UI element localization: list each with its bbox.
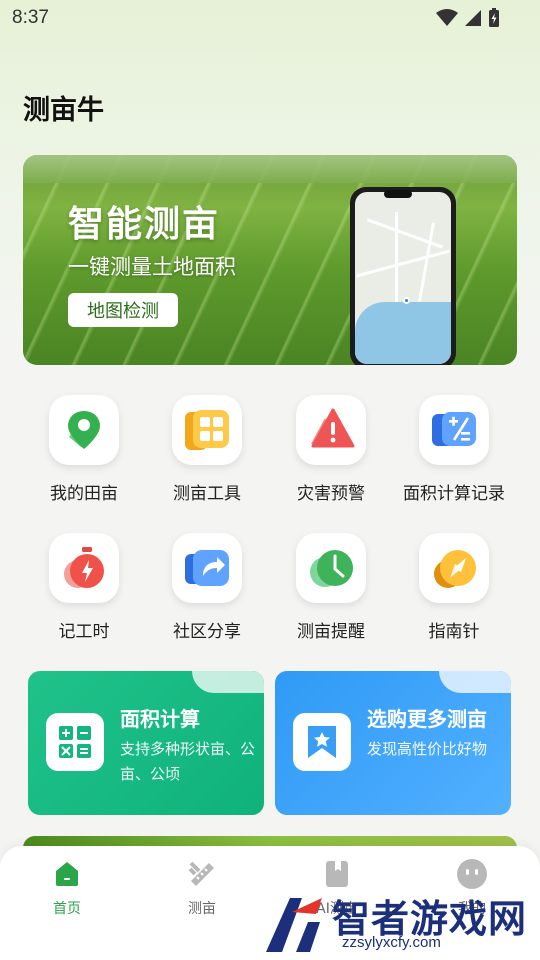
- face-icon: [456, 858, 488, 890]
- grid-label: 面积计算记录: [403, 484, 505, 504]
- nav-item-home[interactable]: 首页: [17, 858, 117, 918]
- bookmark-star-icon: [293, 713, 351, 771]
- shop-more-card[interactable]: 选购更多测亩 发现高性价比好物: [275, 671, 511, 815]
- app-title: 测亩牛: [23, 95, 104, 126]
- watermark: 智者游戏网 zzsylyxcfy.com: [262, 888, 540, 960]
- grid-item-my-fields[interactable]: 我的田亩: [29, 395, 139, 504]
- area-calc-card[interactable]: 面积计算 支持多种形状亩、公亩、公顷: [28, 671, 264, 815]
- battery-icon: [489, 8, 499, 27]
- grid-item-work-hours[interactable]: 记工时: [29, 533, 139, 642]
- grid-label: 记工时: [58, 622, 110, 642]
- grid-item-area-records[interactable]: 面积计算记录: [399, 395, 509, 504]
- book-icon: [321, 858, 353, 890]
- grid-label: 测亩提醒: [297, 622, 365, 642]
- card-fold: [439, 671, 511, 693]
- grid-label: 测亩工具: [173, 484, 241, 504]
- phone-map-screen: [355, 192, 451, 364]
- clock-icon: [310, 550, 353, 587]
- card-description: 发现高性价比好物: [367, 740, 488, 758]
- calculator-icon: [432, 412, 476, 446]
- status-time: 8:37: [12, 7, 49, 28]
- nav-item-measure[interactable]: 测亩: [152, 858, 252, 918]
- grid-item-tools[interactable]: 测亩工具: [152, 395, 262, 504]
- status-bar: 8:37: [0, 0, 540, 36]
- grid-item-community-share[interactable]: 社区分享: [152, 533, 262, 642]
- stopwatch-icon: [64, 547, 104, 588]
- phone-illustration: [350, 187, 456, 365]
- home-icon: [51, 858, 83, 890]
- grid-tiles-icon: [185, 410, 229, 450]
- status-icons: [436, 8, 500, 28]
- banner-subtitle: 一键测量土地面积: [68, 255, 236, 279]
- card-title: 选购更多测亩: [367, 707, 487, 731]
- card-description: 支持多种形状亩、公亩、公顷: [120, 740, 256, 783]
- nav-label: 测亩: [188, 901, 216, 917]
- ruler-icon: [186, 858, 218, 890]
- card-fold: [192, 671, 264, 693]
- banner-title: 智能测亩: [68, 204, 221, 245]
- nav-label: 首页: [53, 901, 81, 917]
- grid-label: 社区分享: [173, 622, 241, 642]
- grid-item-compass[interactable]: 指南针: [399, 533, 509, 642]
- card-title: 面积计算: [120, 707, 200, 731]
- warning-triangle-icon: [311, 408, 355, 448]
- banner-sky: [23, 155, 517, 183]
- compass-icon: [434, 550, 476, 588]
- grid-item-disaster-warning[interactable]: 灾害预警: [276, 395, 386, 504]
- grid-label: 指南针: [428, 622, 480, 642]
- promo-banner[interactable]: 智能测亩 一键测量土地面积 地图检测: [23, 155, 517, 365]
- grid-item-reminder[interactable]: 测亩提醒: [276, 533, 386, 642]
- map-water: [355, 302, 451, 364]
- watermark-url: zzsylyxcfy.com: [342, 934, 441, 951]
- grid-label: 我的田亩: [50, 484, 118, 504]
- map-detect-button[interactable]: 地图检测: [68, 293, 178, 327]
- grid-label: 灾害预警: [297, 484, 365, 504]
- calculator-icon: [46, 713, 104, 771]
- watermark-logo-icon: [266, 898, 322, 952]
- wifi-icon: [436, 9, 458, 26]
- cell-signal-icon: [465, 10, 481, 26]
- share-icon: [185, 550, 229, 586]
- map-pin-icon: [68, 411, 100, 449]
